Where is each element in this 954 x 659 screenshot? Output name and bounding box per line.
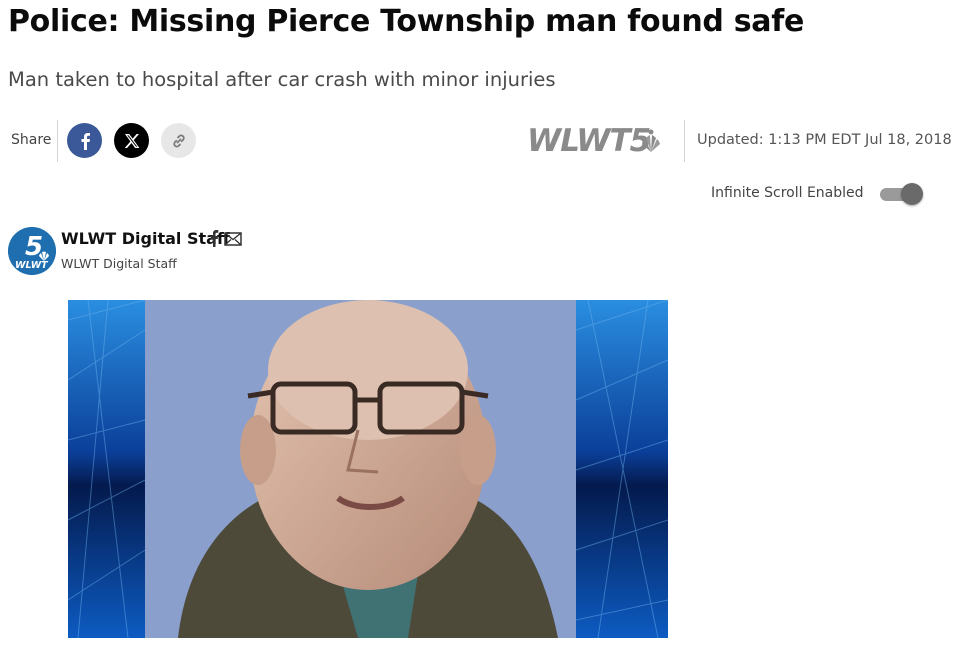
facebook-share-button[interactable] bbox=[67, 123, 102, 158]
copy-link-button[interactable] bbox=[161, 123, 196, 158]
toggle-knob bbox=[901, 183, 923, 205]
wlwt5-logo[interactable]: WLWT5 bbox=[525, 120, 677, 160]
wlwt-avatar-logo: 5 WLWT bbox=[8, 227, 56, 275]
header-divider bbox=[684, 120, 685, 162]
svg-text:WLWT5: WLWT5 bbox=[527, 123, 650, 159]
updated-timestamp: Updated: 1:13 PM EDT Jul 18, 2018 bbox=[697, 132, 952, 148]
mail-icon[interactable] bbox=[224, 232, 242, 246]
author-avatar[interactable]: 5 WLWT bbox=[8, 227, 56, 275]
x-icon bbox=[124, 133, 139, 148]
facebook-icon bbox=[81, 132, 90, 150]
article-photo[interactable] bbox=[68, 300, 668, 638]
facebook-icon[interactable] bbox=[208, 229, 220, 247]
link-icon bbox=[172, 134, 185, 147]
x-share-button[interactable] bbox=[114, 123, 149, 158]
infinite-scroll-label: Infinite Scroll Enabled bbox=[711, 185, 864, 201]
article-subheadline: Man taken to hospital after car crash wi… bbox=[8, 68, 556, 91]
author-role: WLWT Digital Staff bbox=[61, 256, 177, 271]
article-headline: Police: Missing Pierce Township man foun… bbox=[8, 4, 805, 39]
share-label: Share bbox=[11, 132, 52, 148]
author-name[interactable]: WLWT Digital Staff bbox=[61, 229, 230, 248]
svg-text:5: 5 bbox=[25, 232, 43, 262]
infinite-scroll-toggle[interactable] bbox=[880, 183, 924, 205]
share-divider bbox=[57, 120, 58, 162]
svg-text:WLWT: WLWT bbox=[15, 260, 49, 271]
